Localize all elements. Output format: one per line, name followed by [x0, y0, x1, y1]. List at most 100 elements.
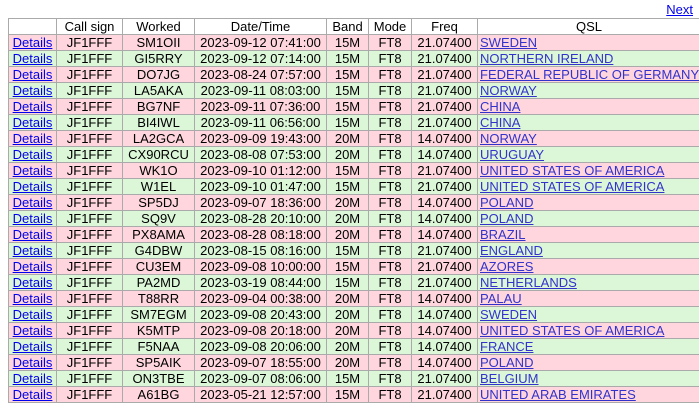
mode-cell: FT8: [368, 210, 412, 227]
qsl-country-link[interactable]: POLAND: [480, 212, 533, 226]
details-link[interactable]: Details: [13, 164, 53, 178]
qsl-country-cell: UNITED ARAB EMIRATES: [477, 386, 699, 403]
call-sign-cell: JF1FFF: [56, 114, 123, 131]
call-sign-cell: JF1FFF: [56, 50, 123, 67]
details-link[interactable]: Details: [13, 132, 53, 146]
table-row: Details JF1FFF A61BG 2023-05-21 12:57:00 15M…: [8, 386, 699, 403]
qsl-country-link[interactable]: BRAZIL: [480, 228, 526, 242]
details-link[interactable]: Details: [13, 356, 53, 370]
details-link[interactable]: Details: [13, 276, 53, 290]
details-link[interactable]: Details: [13, 68, 53, 82]
qsl-country-link[interactable]: UNITED ARAB EMIRATES: [480, 388, 636, 402]
qsl-country-link[interactable]: CHINA: [480, 116, 520, 130]
details-link[interactable]: Details: [13, 340, 53, 354]
band-cell: 15M: [326, 66, 369, 83]
datetime-cell: 2023-08-28 20:10:00: [194, 210, 327, 227]
qsl-country-link[interactable]: NORWAY: [480, 84, 537, 98]
mode-cell: FT8: [368, 338, 412, 355]
table-row: Details JF1FFF T88RR 2023-09-04 00:38:00 20M…: [8, 290, 699, 307]
qsl-country-cell: NETHERLANDS: [477, 274, 699, 291]
qsl-country-link[interactable]: CHINA: [480, 100, 520, 114]
qsl-country-cell: FRANCE: [477, 338, 699, 355]
freq-cell: 21.07400: [411, 386, 478, 403]
details-link[interactable]: Details: [13, 180, 53, 194]
details-link[interactable]: Details: [13, 372, 53, 386]
qsl-country-link[interactable]: POLAND: [480, 196, 533, 210]
details-link[interactable]: Details: [13, 244, 53, 258]
table-body: Details JF1FFF SM1OII 2023-09-12 07:41:00 15…: [8, 34, 699, 403]
qsl-country-link[interactable]: FRANCE: [480, 340, 533, 354]
table-row: Details JF1FFF SM1OII 2023-09-12 07:41:00 15…: [8, 34, 699, 51]
table-header-row: Call sign Worked Date/Time Band Mode Fre…: [8, 18, 699, 35]
freq-cell: 21.07400: [411, 82, 478, 99]
freq-cell: 14.07400: [411, 290, 478, 307]
band-cell: 15M: [326, 50, 369, 67]
worked-station-cell: F5NAA: [122, 338, 195, 355]
call-sign-cell: JF1FFF: [56, 258, 123, 275]
datetime-cell: 2023-08-15 08:16:00: [194, 242, 327, 259]
details-link[interactable]: Details: [13, 148, 53, 162]
datetime-cell: 2023-09-11 06:56:00: [194, 114, 327, 131]
datetime-cell: 2023-09-07 18:55:00: [194, 354, 327, 371]
call-sign-cell: JF1FFF: [56, 34, 123, 51]
band-cell: 15M: [326, 258, 369, 275]
qsl-country-link[interactable]: NORTHERN IRELAND: [480, 52, 613, 66]
qsl-country-cell: BRAZIL: [477, 226, 699, 243]
freq-cell: 21.07400: [411, 258, 478, 275]
header-details: [8, 18, 57, 35]
details-cell: Details: [8, 114, 57, 131]
call-sign-cell: JF1FFF: [56, 66, 123, 83]
qsl-country-link[interactable]: UNITED STATES OF AMERICA: [480, 324, 664, 338]
qsl-country-link[interactable]: NORWAY: [480, 132, 537, 146]
mode-cell: FT8: [368, 66, 412, 83]
mode-cell: FT8: [368, 114, 412, 131]
datetime-cell: 2023-09-11 08:03:00: [194, 82, 327, 99]
qsl-country-link[interactable]: POLAND: [480, 356, 533, 370]
worked-station-cell: GI5RRY: [122, 50, 195, 67]
call-sign-cell: JF1FFF: [56, 354, 123, 371]
details-link[interactable]: Details: [13, 324, 53, 338]
qsl-country-cell: POLAND: [477, 354, 699, 371]
details-link[interactable]: Details: [13, 36, 53, 50]
qsl-country-link[interactable]: UNITED STATES OF AMERICA: [480, 180, 664, 194]
band-cell: 20M: [326, 306, 369, 323]
freq-cell: 21.07400: [411, 178, 478, 195]
details-link[interactable]: Details: [13, 52, 53, 66]
details-link[interactable]: Details: [13, 292, 53, 306]
mode-cell: FT8: [368, 274, 412, 291]
band-cell: 15M: [326, 34, 369, 51]
details-link[interactable]: Details: [13, 100, 53, 114]
qsl-country-link[interactable]: SWEDEN: [480, 36, 537, 50]
next-page-link[interactable]: Next: [666, 2, 693, 17]
datetime-cell: 2023-09-10 01:47:00: [194, 178, 327, 195]
details-cell: Details: [8, 306, 57, 323]
worked-station-cell: PA2MD: [122, 274, 195, 291]
qsl-country-link[interactable]: UNITED STATES OF AMERICA: [480, 164, 664, 178]
details-link[interactable]: Details: [13, 260, 53, 274]
qsl-country-cell: FEDERAL REPUBLIC OF GERMANY: [477, 66, 699, 83]
mode-cell: FT8: [368, 290, 412, 307]
qsl-country-link[interactable]: BELGIUM: [480, 372, 539, 386]
band-cell: 15M: [326, 114, 369, 131]
datetime-cell: 2023-08-24 07:57:00: [194, 66, 327, 83]
qsl-country-link[interactable]: AZORES: [480, 260, 533, 274]
qsl-country-link[interactable]: PALAU: [480, 292, 522, 306]
details-link[interactable]: Details: [13, 228, 53, 242]
qsl-country-link[interactable]: SWEDEN: [480, 308, 537, 322]
details-link[interactable]: Details: [13, 308, 53, 322]
details-link[interactable]: Details: [13, 84, 53, 98]
details-link[interactable]: Details: [13, 196, 53, 210]
details-cell: Details: [8, 146, 57, 163]
band-cell: 15M: [326, 370, 369, 387]
header-datetime: Date/Time: [194, 18, 327, 35]
qsl-country-link[interactable]: NETHERLANDS: [480, 276, 577, 290]
details-link[interactable]: Details: [13, 116, 53, 130]
table-row: Details JF1FFF PX8AMA 2023-08-28 08:18:00 20…: [8, 226, 699, 243]
details-link[interactable]: Details: [13, 388, 53, 402]
qsl-country-link[interactable]: FEDERAL REPUBLIC OF GERMANY: [480, 68, 699, 82]
qsl-country-link[interactable]: URUGUAY: [480, 148, 544, 162]
datetime-cell: 2023-09-12 07:41:00: [194, 34, 327, 51]
details-link[interactable]: Details: [13, 212, 53, 226]
qsl-country-cell: POLAND: [477, 210, 699, 227]
qsl-country-link[interactable]: ENGLAND: [480, 244, 543, 258]
